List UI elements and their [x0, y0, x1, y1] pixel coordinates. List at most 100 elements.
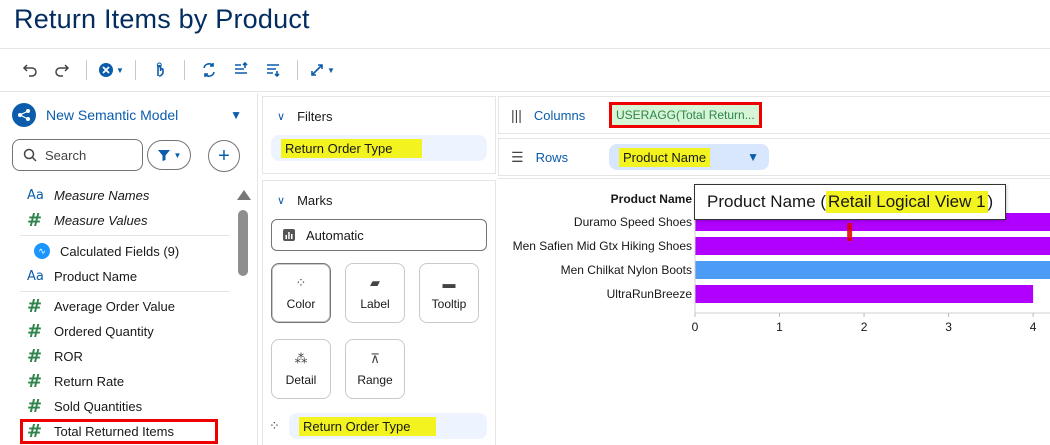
- mark-properties: ⁘ Color ▰ Label ▬ Tooltip ⁂ Detail ⊼ Ran…: [263, 251, 495, 399]
- detail-card[interactable]: ⁂ Detail: [271, 339, 331, 399]
- card-label: Label: [360, 297, 390, 311]
- divider: [20, 291, 230, 292]
- field-label: Average Order Value: [54, 299, 175, 314]
- tooltip-icon: ▬: [442, 275, 456, 291]
- field-label: Total Returned Items: [54, 424, 174, 439]
- marks-card: ∨ Marks Automatic ⁘ Color ▰ Label ▬ Tool…: [262, 180, 496, 445]
- field-sold-quantities[interactable]: # Sold Quantities: [0, 394, 232, 419]
- row-header-label: Product Name: [611, 192, 693, 206]
- model-icon: [12, 103, 36, 127]
- category-label[interactable]: Men Chilkat Nylon Boots: [561, 263, 692, 277]
- chevron-down-icon[interactable]: ∨: [277, 110, 285, 123]
- marks-title: Marks: [297, 192, 333, 208]
- toolbar: ▼ ▼: [0, 48, 1050, 92]
- rows-label: Rows: [535, 149, 569, 165]
- touch-icon[interactable]: [144, 56, 176, 84]
- calculated-fields-folder[interactable]: ∿ Calculated Fields (9): [0, 238, 232, 264]
- viz-pane: ||| Columns USERAGG(Total Return... ☰ Ro…: [498, 96, 1050, 334]
- tooltip-prefix: Product Name (: [707, 192, 827, 211]
- calculated-field-icon: ∿: [34, 243, 50, 259]
- field-ror[interactable]: # ROR: [0, 344, 232, 369]
- label-card[interactable]: ▰ Label: [345, 263, 405, 323]
- tooltip-suffix: ): [987, 192, 994, 211]
- chevron-down-icon[interactable]: ▼: [747, 150, 759, 164]
- calc-folder-label: Calculated Fields (9): [60, 243, 180, 259]
- columns-pill[interactable]: USERAGG(Total Return...: [609, 102, 762, 128]
- card-label: Detail: [285, 373, 317, 387]
- bar-chart-icon: [283, 229, 295, 241]
- color-pill-icon: ⁘: [269, 418, 280, 433]
- marks-header[interactable]: ∨ Marks: [263, 181, 495, 219]
- bar[interactable]: [695, 285, 1034, 303]
- toolbar-separator: [135, 60, 136, 80]
- field-label: Measure Names: [54, 188, 150, 203]
- search-icon: [23, 148, 37, 162]
- card-label: Range: [357, 373, 393, 387]
- scroll-thumb[interactable]: [238, 210, 248, 276]
- divider: [20, 235, 230, 236]
- color-pill-label: Return Order Type: [299, 416, 437, 436]
- field-return-rate[interactable]: # Return Rate: [0, 369, 232, 394]
- filter-fields-button[interactable]: ▼: [147, 140, 191, 170]
- field-measure-values[interactable]: # Measure Values: [0, 208, 232, 233]
- number-type-icon: #: [27, 346, 43, 367]
- field-measure-names[interactable]: Aa Measure Names: [0, 183, 232, 208]
- mark-type-select[interactable]: Automatic: [271, 219, 487, 251]
- add-button[interactable]: +: [208, 140, 240, 172]
- field-list: Aa Measure Names # Measure Values ∿ Calc…: [0, 183, 232, 444]
- rows-label-wrap: ☰ Rows: [499, 149, 609, 166]
- range-icon: ⊼: [370, 351, 380, 366]
- field-label: Product Name: [54, 269, 138, 284]
- field-total-returned-items[interactable]: # Total Returned Items: [20, 419, 218, 444]
- field-label: Return Rate: [54, 374, 125, 389]
- number-type-icon: #: [27, 371, 43, 392]
- detail-icon: ⁂: [294, 351, 308, 366]
- color-icon: ⁘: [295, 275, 307, 290]
- model-label: New Semantic Model: [46, 107, 179, 123]
- sort-desc-icon[interactable]: [257, 56, 289, 84]
- filter-icon: [157, 150, 170, 161]
- category-label[interactable]: Duramo Speed Shoes: [574, 215, 692, 229]
- bar[interactable]: [695, 237, 1050, 255]
- number-type-icon: #: [27, 321, 43, 342]
- plus-icon: +: [218, 144, 230, 167]
- field-average-order-value[interactable]: # Average Order Value: [0, 294, 232, 319]
- chevron-down-icon: ▼: [173, 150, 182, 160]
- field-label: Sold Quantities: [54, 399, 143, 414]
- page-title: Return Items by Product: [14, 4, 310, 34]
- chevron-down-icon[interactable]: ∨: [277, 194, 285, 207]
- category-label[interactable]: Men Safien Mid Gtx Hiking Shoes: [513, 239, 692, 253]
- undo-icon[interactable]: [14, 56, 46, 84]
- bar[interactable]: [695, 261, 1050, 279]
- fit-icon[interactable]: ▼: [306, 56, 338, 84]
- filter-pill[interactable]: Return Order Type: [271, 135, 487, 161]
- number-type-icon: #: [27, 296, 43, 317]
- filters-header[interactable]: ∨ Filters: [263, 97, 495, 135]
- tooltip-card[interactable]: ▬ Tooltip: [419, 263, 479, 323]
- field-product-name[interactable]: Aa Product Name: [0, 264, 232, 289]
- swap-icon[interactable]: [193, 56, 225, 84]
- tooltip-highlight: Retail Logical View 1: [826, 191, 988, 213]
- search-input[interactable]: [45, 147, 135, 163]
- range-card[interactable]: ⊼ Range: [345, 339, 405, 399]
- scroll-up-icon[interactable]: [237, 190, 251, 200]
- color-card[interactable]: ⁘ Color: [271, 263, 331, 323]
- mark-type-label: Automatic: [306, 227, 364, 243]
- x-tick-label: 2: [861, 320, 868, 334]
- redo-icon[interactable]: [46, 56, 78, 84]
- chevron-down-icon[interactable]: ▼: [230, 108, 242, 122]
- color-field-pill[interactable]: ⁘ Return Order Type: [269, 413, 487, 439]
- category-label[interactable]: UltraRunBreeze: [607, 287, 693, 301]
- rows-pill[interactable]: Product Name ▼: [609, 144, 769, 170]
- sort-asc-icon[interactable]: [225, 56, 257, 84]
- columns-label-wrap: ||| Columns: [499, 107, 609, 123]
- rows-shelf: ☰ Rows Product Name ▼: [498, 138, 1050, 176]
- card-label: Color: [286, 297, 316, 311]
- toolbar-separator: [184, 60, 185, 80]
- data-pane: New Semantic Model ▼ ▼ + Aa Measure Name…: [0, 93, 258, 445]
- scrollbar[interactable]: [236, 186, 251, 444]
- clear-icon[interactable]: ▼: [95, 56, 127, 84]
- semantic-model-selector[interactable]: New Semantic Model ▼: [12, 103, 242, 127]
- field-ordered-quantity[interactable]: # Ordered Quantity: [0, 319, 232, 344]
- filter-pill-label: Return Order Type: [281, 138, 423, 158]
